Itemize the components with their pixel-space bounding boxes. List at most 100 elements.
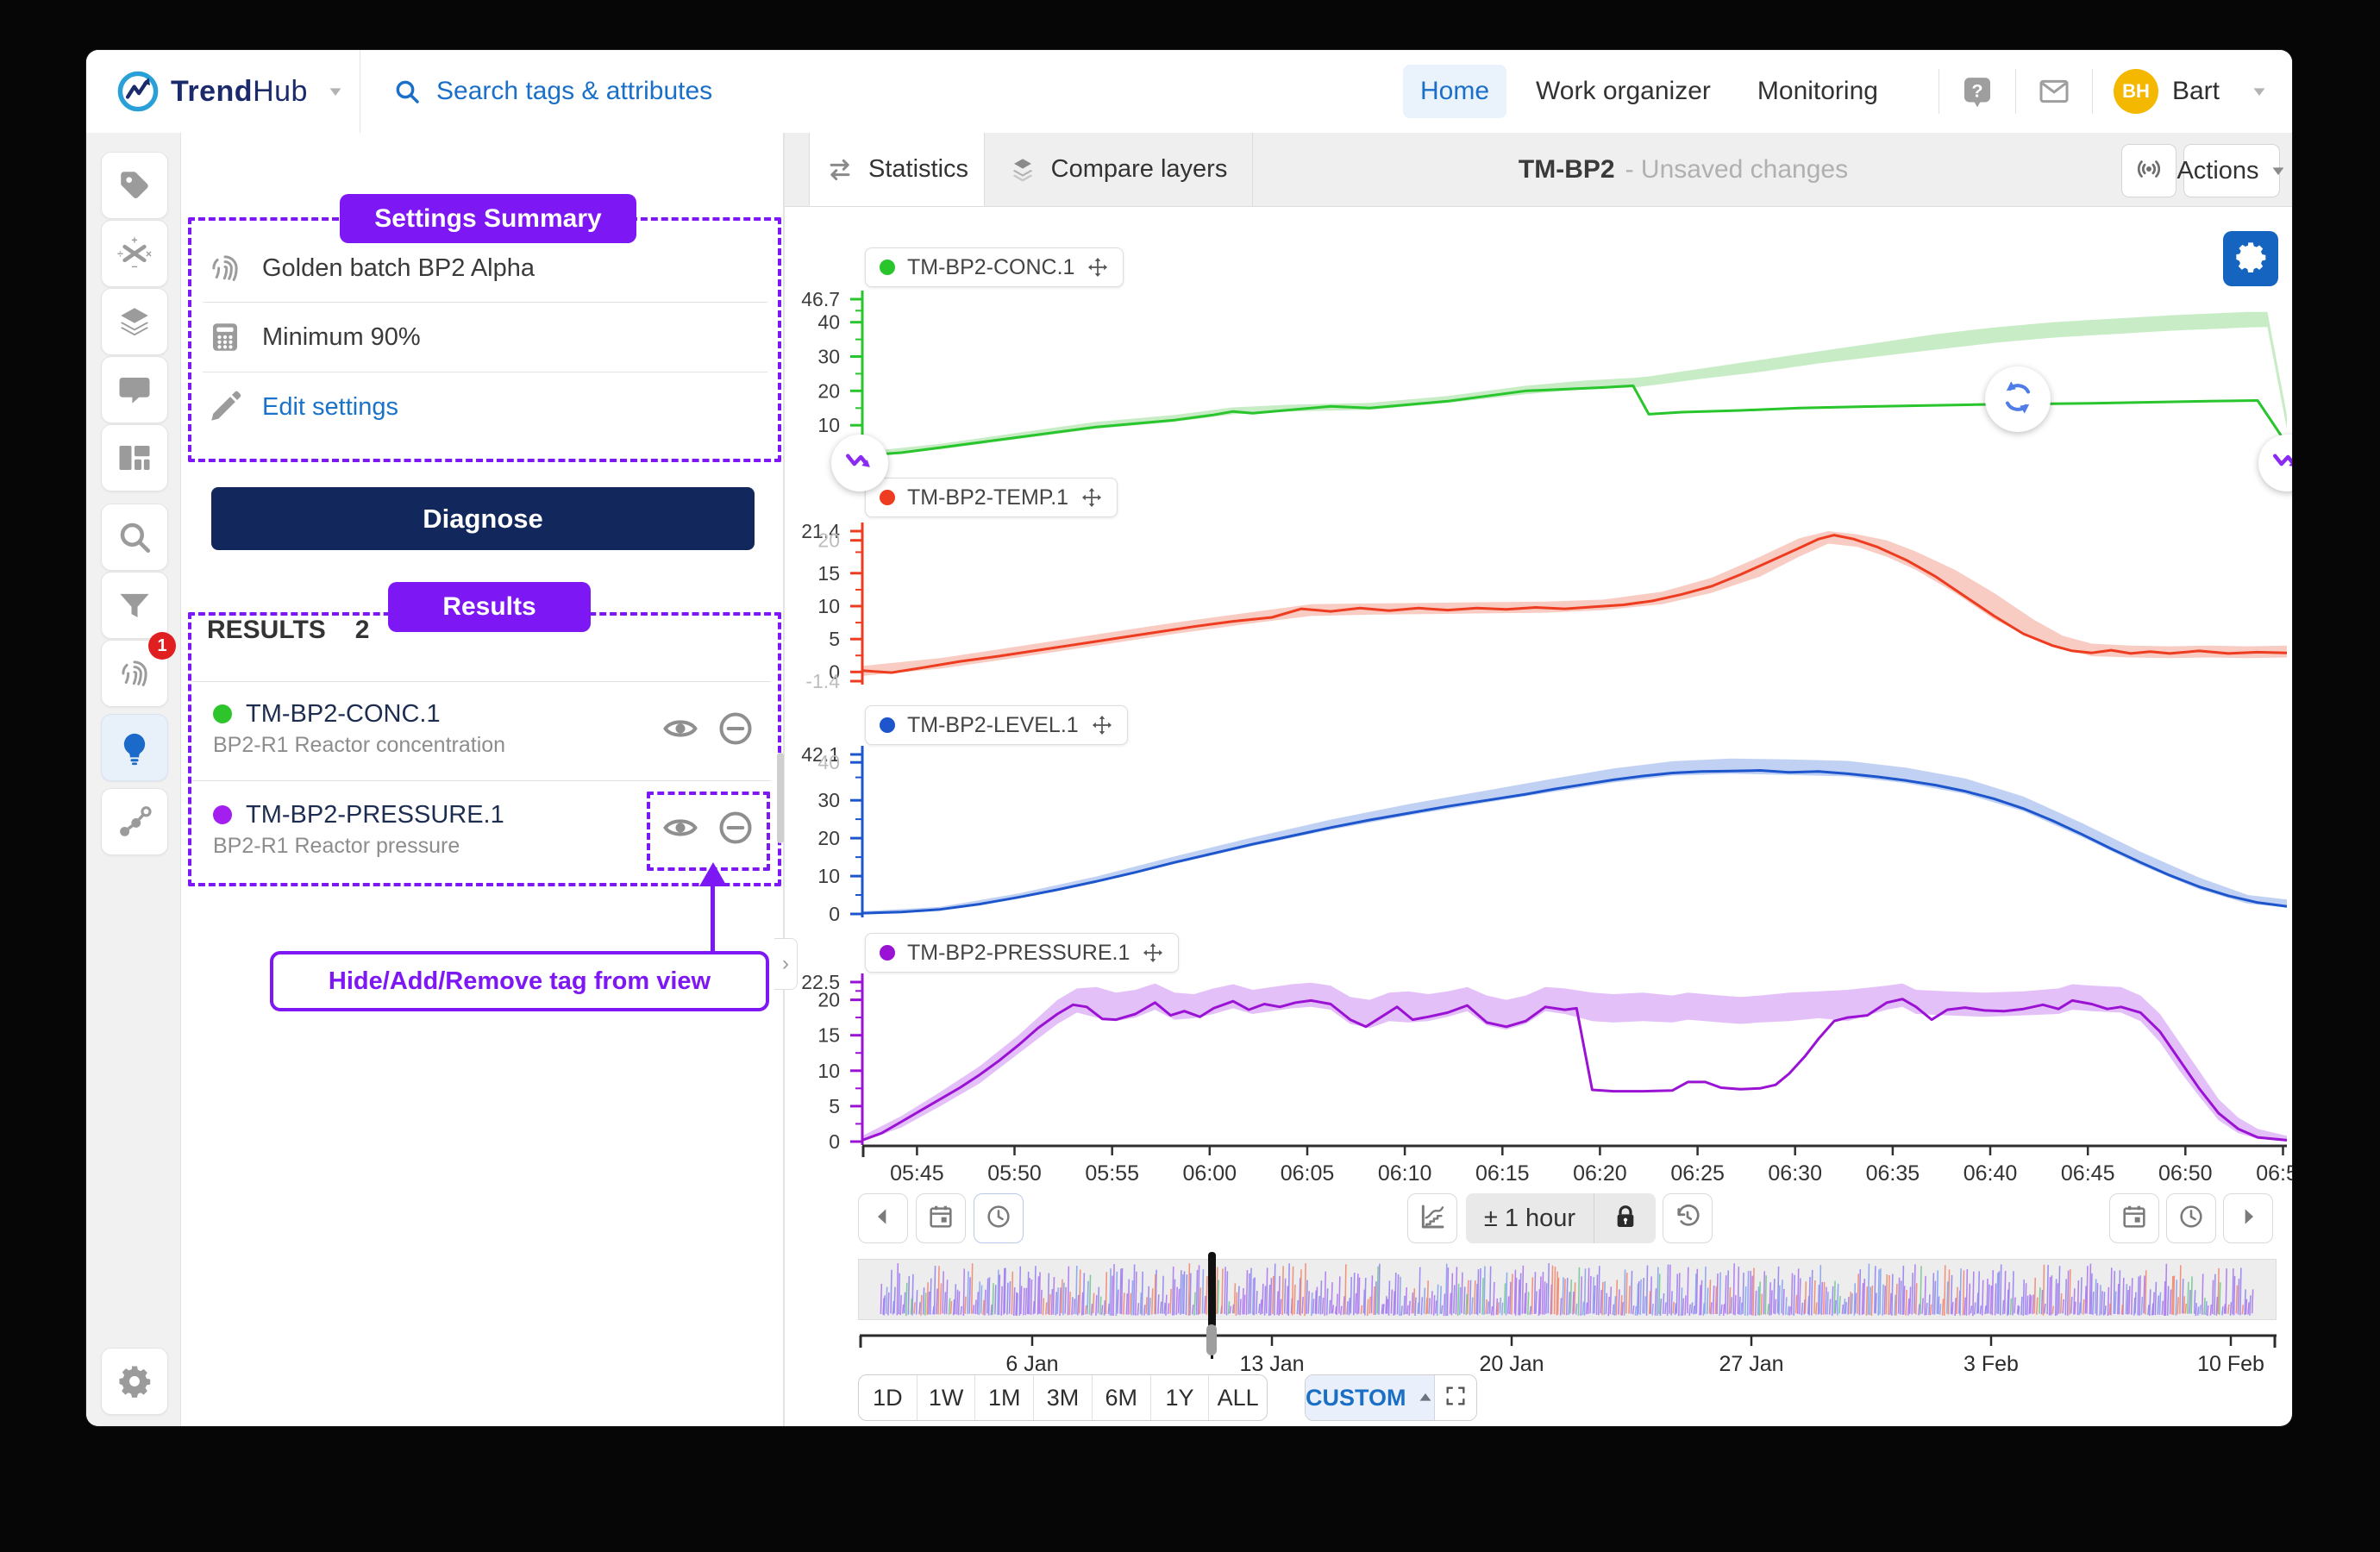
lock-range-button[interactable] xyxy=(1594,1193,1656,1243)
help-icon[interactable]: ? xyxy=(1960,74,1995,109)
compare-layers-button[interactable]: Compare layers xyxy=(983,133,1253,206)
app-window: TrendHub Search tags & attributes HomeWo… xyxy=(86,50,2292,1426)
sidebar-item-calculations[interactable]: +−÷× xyxy=(101,220,168,287)
refresh-button[interactable] xyxy=(1985,366,2051,432)
context-overview-bar[interactable] xyxy=(858,1259,2277,1320)
compress-left-handle[interactable] xyxy=(831,435,888,491)
remove-tag-icon[interactable] xyxy=(717,710,755,748)
chart-settings-button[interactable] xyxy=(2223,231,2278,286)
edit-settings-link[interactable]: Edit settings xyxy=(262,393,398,422)
sidebar-item-comments[interactable] xyxy=(101,356,168,423)
move-icon[interactable] xyxy=(1080,486,1103,509)
svg-text:40: 40 xyxy=(817,311,840,334)
range-button-1w[interactable]: 1W xyxy=(918,1375,976,1420)
fit-icon xyxy=(1444,1384,1468,1412)
tag-name[interactable]: TM-BP2-PRESSURE.1 xyxy=(246,801,504,829)
legend-TM-BP2-CONC.1[interactable]: TM-BP2-CONC.1 xyxy=(865,247,1124,287)
nav-home[interactable]: Home xyxy=(1403,65,1506,118)
start-time-button[interactable] xyxy=(974,1193,1024,1243)
context-cursor-handle[interactable] xyxy=(1206,1324,1217,1355)
range-button-1m[interactable]: 1M xyxy=(975,1375,1034,1420)
pan-right-button[interactable] xyxy=(2223,1193,2273,1243)
nav-monitoring[interactable]: Monitoring xyxy=(1740,65,1895,118)
tag-color-dot xyxy=(213,805,232,824)
move-icon[interactable] xyxy=(1142,942,1164,964)
trendhub-logo[interactable]: TrendHub xyxy=(86,69,360,114)
divider xyxy=(1938,69,1939,114)
statistics-button[interactable]: Statistics xyxy=(809,133,985,206)
line-TM-BP2-PRESSURE.1 xyxy=(862,999,2287,1141)
steps-chart-icon xyxy=(1419,1203,1446,1235)
eye-icon[interactable] xyxy=(661,710,699,748)
nav-work-organizer[interactable]: Work organizer xyxy=(1519,65,1728,118)
range-button-all[interactable]: ALL xyxy=(1209,1375,1267,1420)
legend-TM-BP2-TEMP.1[interactable]: TM-BP2-TEMP.1 xyxy=(865,478,1118,517)
zoom-range-buttons: 1D1W1M3M6M1YALL xyxy=(858,1374,1268,1421)
top-bar: TrendHub Search tags & attributes HomeWo… xyxy=(86,50,2292,134)
svg-text:-1.4: -1.4 xyxy=(805,670,840,692)
svg-text:06:50: 06:50 xyxy=(2158,1161,2213,1186)
funnel-icon xyxy=(116,587,153,623)
diagnose-button[interactable]: Diagnose xyxy=(211,487,755,550)
sidebar-item-context-items[interactable] xyxy=(101,788,168,855)
range-button-1y[interactable]: 1Y xyxy=(1151,1375,1210,1420)
legend-label: TM-BP2-CONC.1 xyxy=(907,255,1074,280)
end-time-button[interactable] xyxy=(2166,1193,2216,1243)
calendar-icon xyxy=(927,1203,955,1235)
tag-icon xyxy=(116,167,153,203)
custom-range-group: CUSTOM xyxy=(1305,1374,1477,1421)
range-button-6m[interactable]: 6M xyxy=(1093,1375,1151,1420)
context-cursor[interactable] xyxy=(1208,1252,1216,1328)
trend-options-button[interactable] xyxy=(1407,1193,1457,1243)
live-mode-button[interactable] xyxy=(2121,144,2176,197)
move-icon[interactable] xyxy=(1087,256,1109,278)
sidebar-item-search[interactable] xyxy=(101,504,168,571)
tag-name[interactable]: TM-BP2-CONC.1 xyxy=(246,700,441,729)
svg-text:13 Jan: 13 Jan xyxy=(1239,1352,1304,1376)
avatar[interactable]: BH xyxy=(2114,69,2158,114)
history-button[interactable] xyxy=(1663,1193,1713,1243)
range-button-1d[interactable]: 1D xyxy=(859,1375,918,1420)
end-date-button[interactable] xyxy=(2109,1193,2159,1243)
sidebar-item-recommendations[interactable] xyxy=(101,714,168,781)
time-range-label[interactable]: ± 1 hour xyxy=(1466,1205,1594,1233)
sidebar-item-settings[interactable] xyxy=(101,1348,168,1415)
zigzag-icon xyxy=(842,444,877,483)
pan-left-button[interactable] xyxy=(858,1193,908,1243)
start-date-button[interactable] xyxy=(916,1193,966,1243)
legend-color-dot xyxy=(880,490,895,505)
sidebar-item-layers[interactable] xyxy=(101,288,168,355)
legend-TM-BP2-PRESSURE.1[interactable]: TM-BP2-PRESSURE.1 xyxy=(865,933,1179,973)
band-TM-BP2-PRESSURE.1 xyxy=(862,983,2287,1142)
sidebar-item-filters[interactable] xyxy=(101,572,168,639)
doc-status: - Unsaved changes xyxy=(1625,155,1849,185)
time-range-group[interactable]: ± 1 hour xyxy=(1466,1193,1656,1243)
fit-view-button[interactable] xyxy=(1435,1375,1476,1420)
user-caret-icon[interactable] xyxy=(2251,83,2268,100)
custom-range-button[interactable]: CUSTOM xyxy=(1306,1375,1435,1420)
actions-button[interactable]: Actions xyxy=(2183,144,2280,197)
range-button-3m[interactable]: 3M xyxy=(1034,1375,1093,1420)
sidebar-item-dashboards[interactable] xyxy=(101,424,168,491)
workspace-caret-icon[interactable] xyxy=(327,83,344,100)
sidebar-item-fingerprints[interactable]: 1 xyxy=(101,640,168,707)
setting-row-edit[interactable]: Edit settings xyxy=(181,389,774,425)
legend-TM-BP2-LEVEL.1[interactable]: TM-BP2-LEVEL.1 xyxy=(865,705,1128,745)
svg-text:30: 30 xyxy=(817,346,840,368)
user-name[interactable]: Bart xyxy=(2172,77,2220,106)
trend-charts[interactable]: 46.74030201021.420151050-1.442.140302010… xyxy=(783,207,2292,1190)
pencil-icon xyxy=(207,389,243,425)
divider xyxy=(203,302,767,303)
move-icon[interactable] xyxy=(1091,714,1113,736)
tag-description: BP2-R1 Reactor pressure xyxy=(213,834,460,859)
divider xyxy=(191,681,771,682)
search-bar[interactable]: Search tags & attributes xyxy=(360,50,1403,133)
svg-text:×: × xyxy=(146,247,152,260)
svg-text:10: 10 xyxy=(817,1060,840,1082)
mail-icon[interactable] xyxy=(2037,74,2071,109)
svg-text:10 Feb: 10 Feb xyxy=(2197,1352,2264,1376)
sidebar-item-tags[interactable] xyxy=(101,152,168,219)
line-TM-BP2-CONC.1 xyxy=(862,385,2287,455)
divider xyxy=(2092,69,2093,114)
svg-text:10: 10 xyxy=(817,865,840,887)
